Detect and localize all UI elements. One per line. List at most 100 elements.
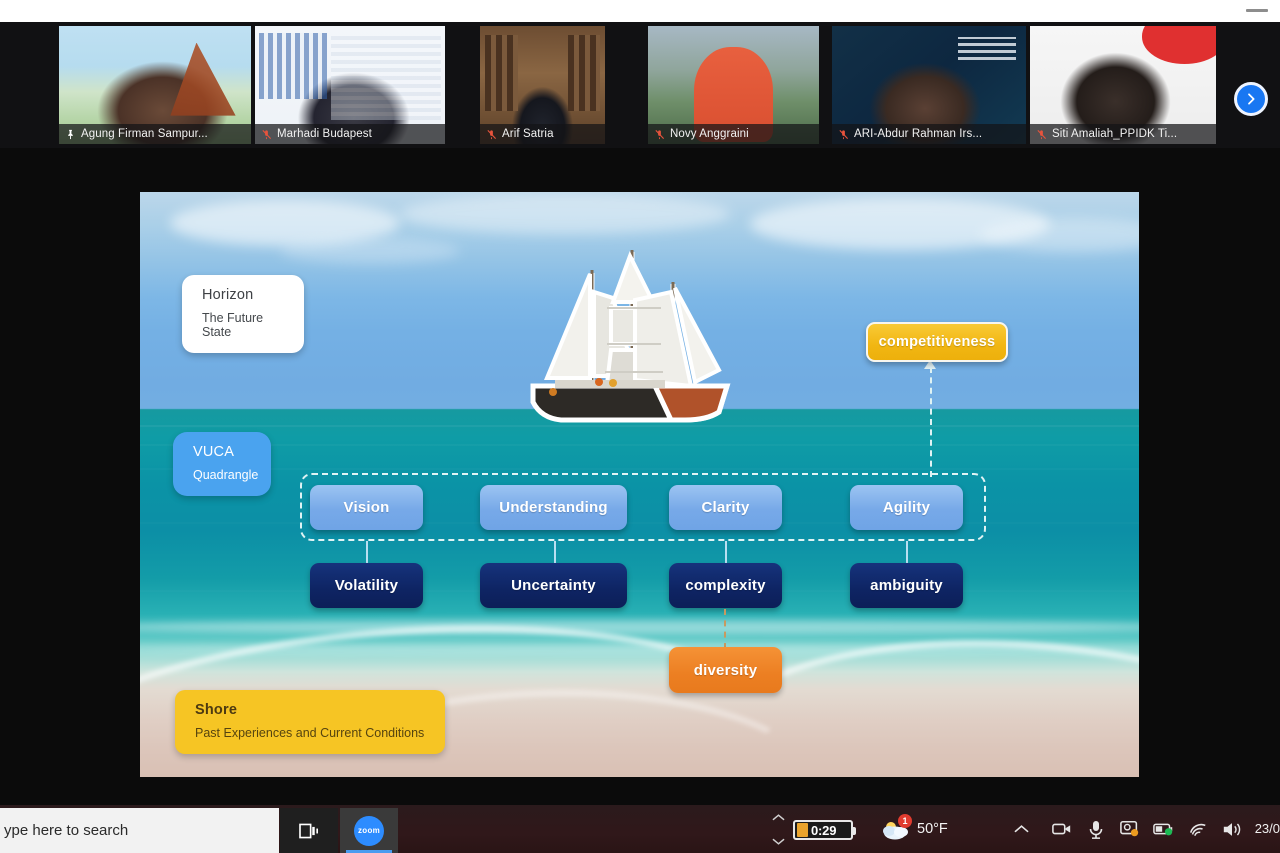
node-label: ambiguity [870,577,943,594]
microphone-tray-button[interactable] [1079,805,1113,853]
weather-widget[interactable]: 1 50°F [880,814,948,841]
sea-texture [140,444,1139,446]
connector-volatility-vision [366,541,368,563]
window-title-bar [0,0,1280,22]
task-view-icon [299,823,318,838]
node-agility: Agility [850,485,963,530]
sea-texture [140,468,1139,470]
connector-complexity-clarity [725,541,727,563]
participant-name-bar: Marhadi Budapest [255,124,445,144]
participant-thumbnail[interactable]: Novy Anggraini [648,26,819,144]
vuca-card-subtitle: Quadrangle [193,468,259,482]
cloudy-icon: 1 [880,814,912,841]
participant-thumbnail[interactable]: Siti Amaliah_PPIDK Ti... [1030,26,1216,144]
battery-level-fill [797,823,808,837]
battery-status-pill[interactable]: 0:29 [793,820,856,840]
beach-foam [140,620,1139,634]
horizon-card-title: Horizon [202,287,254,303]
node-understanding: Understanding [480,485,627,530]
node-label: Uncertainty [511,577,596,594]
mic-muted-icon [839,129,849,139]
shared-screen-slide: Horizon The Future State VUCA Quadrangle… [140,192,1139,777]
camera-tray-button[interactable] [1045,805,1079,853]
chevron-right-icon [1248,93,1255,105]
connector-ambiguity-agility [906,541,908,563]
slide-background: Horizon The Future State VUCA Quadrangle… [140,192,1139,777]
task-view-button[interactable] [280,808,338,853]
node-label: complexity [685,577,766,594]
taskbar-clock[interactable]: 23/0 [1255,821,1280,837]
competitiveness-label: competitiveness [878,334,996,350]
node-ambiguity: ambiguity [850,563,963,608]
minimize-button[interactable] [1246,9,1268,12]
network-wifi-icon [1189,823,1206,836]
weather-notification-badge: 1 [898,814,912,828]
shore-card-title: Shore [195,702,238,718]
cloud-shape [980,218,1139,252]
horizon-card-subtitle: The Future State [202,311,264,339]
screen-root: Agung Firman Sampur... Marhadi Budapest [0,0,1280,853]
participant-name-bar: Agung Firman Sampur... [59,124,251,144]
mic-muted-icon [1037,129,1047,139]
filmstrip-next-page-button[interactable] [1234,82,1268,116]
competitiveness-connector [930,367,932,477]
participant-thumbnail[interactable]: Arif Satria [480,26,605,144]
system-tray: 23/0 [1005,805,1280,853]
network-tray-button[interactable] [1181,805,1215,853]
participant-name-bar: Arif Satria [480,124,605,144]
chevron-down-icon [771,838,785,845]
weather-temperature: 50°F [917,821,948,837]
microphone-icon [1089,820,1102,839]
chevron-up-icon [1014,825,1029,833]
node-label: Clarity [701,499,750,516]
windows-taskbar: ype here to search zoom 0:29 1 50°F 23/0 [0,805,1280,853]
zoom-icon-label: zoom [357,826,381,835]
participant-thumbnail[interactable]: Marhadi Budapest [255,26,445,144]
node-label: Vision [343,499,390,516]
show-hidden-icons-button[interactable] [1005,805,1039,853]
participant-name: ARI-Abdur Rahman Irs... [854,128,983,140]
shore-card: Shore Past Experiences and Current Condi… [175,690,445,754]
participant-name: Novy Anggraini [670,128,749,140]
diversity-node: diversity [669,647,782,693]
zoom-app-icon: zoom [354,815,384,846]
tray-overflow-arrows[interactable] [768,813,788,846]
screen-share-tray-button[interactable] [1113,805,1147,853]
participant-name: Marhadi Budapest [277,128,372,140]
volume-tray-button[interactable] [1215,805,1249,853]
vuca-card: VUCA Quadrangle [173,432,271,496]
zoom-meeting-window: Agung Firman Sampur... Marhadi Budapest [0,22,1280,805]
participant-name: Arif Satria [502,128,554,140]
mic-muted-icon [262,129,272,139]
horizon-card: Horizon The Future State [182,275,304,353]
participant-name: Siti Amaliah_PPIDK Ti... [1052,128,1178,140]
participant-name-bar: Novy Anggraini [648,124,819,144]
node-uncertainty: Uncertainty [480,563,627,608]
participant-name-bar: Siti Amaliah_PPIDK Ti... [1030,124,1216,144]
node-label: Agility [882,499,931,516]
pin-icon [68,129,73,139]
sailing-ship-illustration [530,250,731,423]
battery-tray-button[interactable] [1147,805,1181,853]
search-input[interactable]: ype here to search [0,808,279,853]
camera-icon [1051,823,1070,835]
clock-date: 23/0 [1254,820,1280,836]
participant-thumbnail[interactable]: ARI-Abdur Rahman Irs... [832,26,1026,144]
volume-icon [1223,822,1240,836]
node-clarity: Clarity [669,485,782,530]
participant-thumbnail[interactable]: Agung Firman Sampur... [59,26,251,144]
node-label: Understanding [499,499,608,516]
search-placeholder-text: ype here to search [4,822,129,839]
competitiveness-node: competitiveness [866,322,1008,362]
node-complexity: complexity [669,563,782,608]
cloud-shape [280,238,460,264]
participant-name-bar: ARI-Abdur Rahman Irs... [832,124,1026,144]
participant-name: Agung Firman Sampur... [81,128,208,140]
cloud-shape [400,194,730,234]
mic-muted-icon [655,129,665,139]
diversity-connector [724,609,726,649]
vuca-card-title: VUCA [193,444,235,460]
taskbar-app-zoom[interactable]: zoom [340,808,398,853]
screen-share-icon [1119,820,1138,837]
chevron-up-icon [771,814,785,821]
